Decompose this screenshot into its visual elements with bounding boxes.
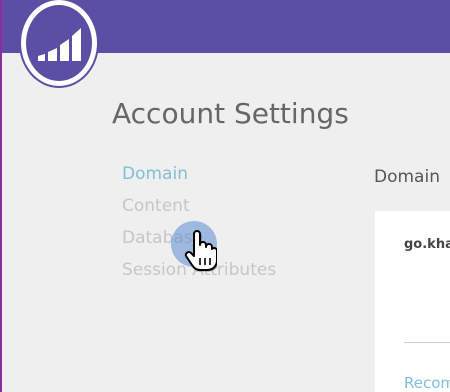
hand-pointer-icon [184, 230, 217, 272]
section-heading: Domain [374, 167, 440, 187]
domain-value: go.kha [404, 237, 450, 252]
left-edge-accent [0, 0, 2, 392]
marketo-bars-logo-icon [38, 28, 81, 61]
panel-divider [404, 342, 450, 343]
nav-item-domain[interactable]: Domain [122, 162, 276, 194]
panel-link[interactable]: Recom [404, 374, 450, 392]
page-title: Account Settings [112, 97, 349, 130]
brand-logo[interactable] [21, 0, 97, 86]
account-settings-screen: Account Settings Domain Content Database… [0, 0, 450, 392]
